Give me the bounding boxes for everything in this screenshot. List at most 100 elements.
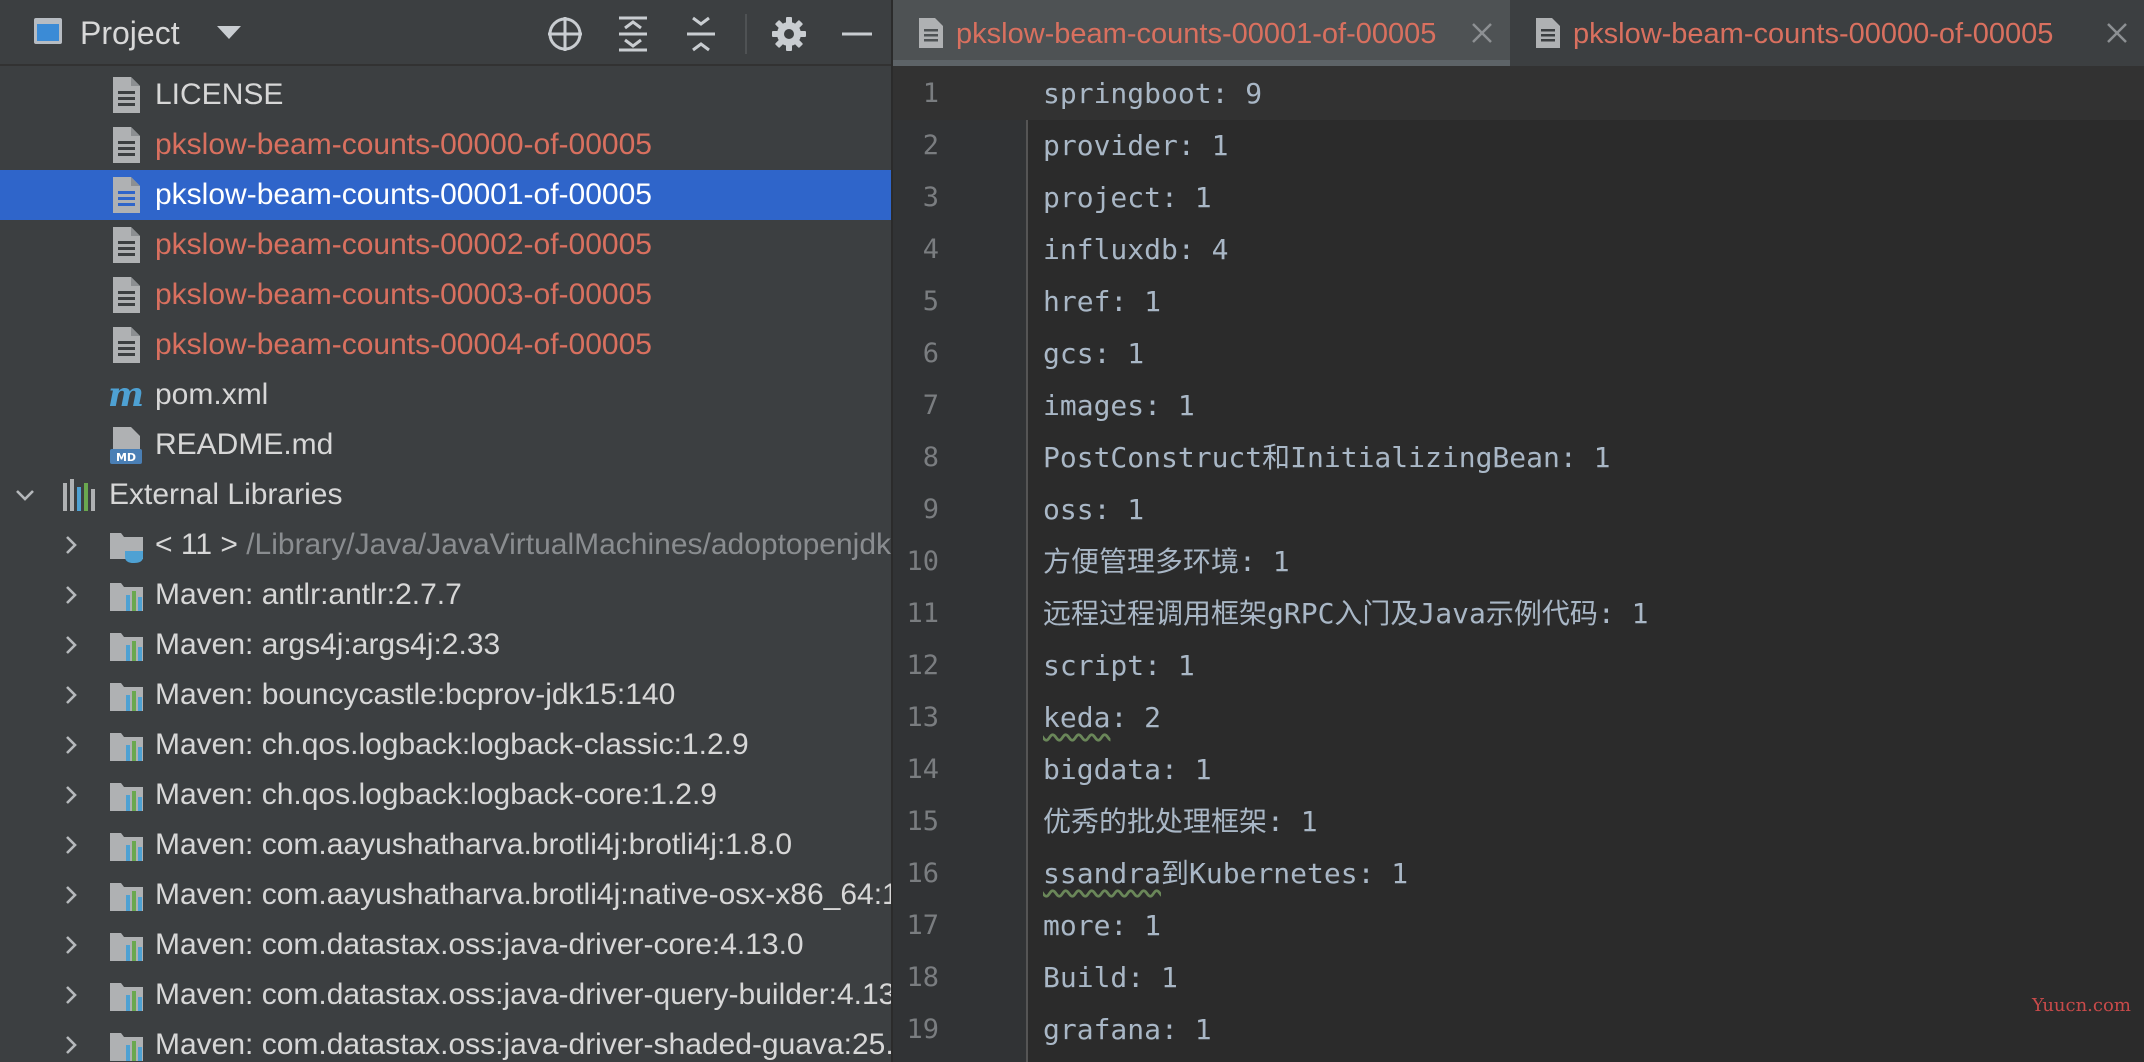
code-line-text[interactable]: ssandra到Kubernetes: 1 (1043, 857, 1408, 891)
tree-row[interactable]: External Libraries (0, 470, 891, 520)
code-line-text[interactable]: project: 1 (1043, 181, 1212, 215)
editor-tab-bar: pkslow-beam-counts-00001-of-00005 pkslow… (893, 0, 2144, 68)
tab-label: pkslow-beam-counts-00001-of-00005 (956, 18, 1437, 50)
code-line: 16 ssandra到Kubernetes: 1 (893, 848, 2144, 900)
code-line: 18 Build: 1 (893, 952, 2144, 1004)
tree-row-label: Maven: ch.qos.logback:logback-core:1.2.9 (155, 776, 717, 814)
code-line: 2 provider: 1 (893, 120, 2144, 172)
tree-row-label: pkslow-beam-counts-00000-of-00005 (155, 126, 652, 164)
tree-row[interactable]: Maven: ch.qos.logback:logback-core:1.2.9 (0, 770, 891, 820)
tree-row[interactable]: Maven: antlr:antlr:2.7.7 (0, 570, 891, 620)
tree-row[interactable]: m pom.xml (0, 370, 891, 420)
tree-row[interactable]: MD README.md (0, 420, 891, 470)
library-icon (110, 783, 143, 811)
watermark: Yuucn.com (2032, 995, 2131, 1016)
code-line-text[interactable]: springboot: 9 (1043, 77, 1262, 111)
chevron-right-icon[interactable] (60, 834, 82, 856)
tree-row[interactable]: Maven: com.datastax.oss:java-driver-shad… (0, 1020, 891, 1062)
expand-all-icon[interactable] (613, 14, 653, 54)
tree-item-name: pom.xml (155, 378, 269, 411)
tree-row[interactable]: pkslow-beam-counts-00003-of-00005 (0, 270, 891, 320)
tree-row[interactable]: pkslow-beam-counts-00002-of-00005 (0, 220, 891, 270)
chevron-right-icon[interactable] (60, 984, 82, 1006)
code-line-text[interactable]: keda: 2 (1043, 701, 1161, 735)
text-file-icon (113, 177, 140, 213)
project-view-selector[interactable]: Project (80, 13, 180, 53)
gear-icon[interactable] (769, 14, 809, 54)
code-line-text[interactable]: 优秀的批处理框架: 1 (1043, 805, 1318, 839)
tree-row[interactable]: Maven: com.aayushatharva.brotli4j:brotli… (0, 820, 891, 870)
code-line-text[interactable]: href: 1 (1043, 285, 1161, 319)
code-line: 7 images: 1 (893, 380, 2144, 432)
tree-row-label: pkslow-beam-counts-00004-of-00005 (155, 326, 652, 364)
close-icon[interactable] (1469, 20, 1495, 46)
code-line: 4 influxdb: 4 (893, 224, 2144, 276)
editor-tab-active[interactable]: pkslow-beam-counts-00001-of-00005 (893, 0, 1510, 66)
library-icon (110, 833, 143, 861)
code-editor[interactable]: 1 springboot: 9 2 provider: 1 3 project: 1 4 in… (893, 68, 2144, 1062)
library-icon (110, 733, 143, 761)
tree-row-label: pkslow-beam-counts-00003-of-00005 (155, 276, 652, 314)
tree-row[interactable]: pkslow-beam-counts-00004-of-00005 (0, 320, 891, 370)
tree-row[interactable]: pkslow-beam-counts-00000-of-00005 (0, 120, 891, 170)
code-line: 9 oss: 1 (893, 484, 2144, 536)
chevron-right-icon[interactable] (60, 584, 82, 606)
text-file-icon (113, 227, 140, 263)
tree-row[interactable]: pkslow-beam-counts-00001-of-00005 (0, 170, 891, 220)
line-number: 16 (906, 858, 939, 889)
editor-tab[interactable]: pkslow-beam-counts-00000-of-00005 (1510, 0, 2144, 66)
tree-row[interactable]: LICENSE (0, 70, 891, 120)
code-line: 19 grafana: 1 (893, 1004, 2144, 1056)
tree-row-label: Maven: antlr:antlr:2.7.7 (155, 576, 462, 614)
code-line: 6 gcs: 1 (893, 328, 2144, 380)
tree-item-name: Maven: com.aayushatharva.brotli4j:brotli… (155, 828, 793, 861)
line-number: 5 (922, 286, 939, 317)
collapse-all-icon[interactable] (681, 14, 721, 54)
chevron-right-icon[interactable] (60, 784, 82, 806)
code-line-text[interactable]: more: 1 (1043, 909, 1161, 943)
code-line-text[interactable]: provider: 1 (1043, 129, 1228, 163)
code-line: 15 优秀的批处理框架: 1 (893, 796, 2144, 848)
line-number: 7 (922, 390, 939, 421)
code-line-text[interactable]: gcs: 1 (1043, 337, 1144, 371)
libraries-icon (63, 479, 95, 511)
tree-row[interactable]: Maven: com.datastax.oss:java-driver-quer… (0, 970, 891, 1020)
chevron-right-icon[interactable] (60, 634, 82, 656)
editor-area: pkslow-beam-counts-00001-of-00005 pkslow… (893, 0, 2144, 1062)
chevron-right-icon[interactable] (60, 534, 82, 556)
code-line-text[interactable]: Build: 1 (1043, 961, 1178, 995)
code-line-text[interactable]: bigdata: 1 (1043, 753, 1212, 787)
tree-row[interactable]: Maven: args4j:args4j:2.33 (0, 620, 891, 670)
code-line-text[interactable]: images: 1 (1043, 389, 1195, 423)
project-header: Project (0, 0, 891, 66)
code-line: 5 href: 1 (893, 276, 2144, 328)
code-line-text[interactable]: 方便管理多环境: 1 (1043, 545, 1290, 579)
chevron-right-icon[interactable] (60, 684, 82, 706)
tree-row[interactable]: Maven: bouncycastle:bcprov-jdk15:140 (0, 670, 891, 720)
chevron-down-icon[interactable] (217, 26, 241, 39)
hide-panel-icon[interactable] (837, 14, 877, 54)
line-number: 4 (922, 234, 939, 265)
chevron-right-icon[interactable] (60, 1034, 82, 1056)
spellcheck-underline: keda (1043, 701, 1111, 734)
chevron-down-icon[interactable] (14, 484, 36, 506)
code-line-text[interactable]: oss: 1 (1043, 493, 1144, 527)
code-line-text[interactable]: grafana: 1 (1043, 1013, 1212, 1047)
tree-row[interactable]: Maven: com.aayushatharva.brotli4j:native… (0, 870, 891, 920)
chevron-right-icon[interactable] (60, 884, 82, 906)
code-line-text[interactable]: 远程过程调用框架gRPC入门及Java示例代码: 1 (1043, 597, 1648, 631)
locate-file-icon[interactable] (545, 14, 585, 54)
text-file-icon (113, 127, 140, 163)
tree-item-name: pkslow-beam-counts-00004-of-00005 (155, 328, 652, 361)
tree-item-path: /Library/Java/JavaVirtualMachines/adopto… (246, 528, 891, 561)
close-icon[interactable] (2104, 20, 2130, 46)
tree-row[interactable]: < 11 > /Library/Java/JavaVirtualMachines… (0, 520, 891, 570)
code-line-text[interactable]: PostConstruct和InitializingBean: 1 (1043, 441, 1610, 475)
code-line-text[interactable]: script: 1 (1043, 649, 1195, 683)
chevron-right-icon[interactable] (60, 934, 82, 956)
tree-row[interactable]: Maven: ch.qos.logback:logback-classic:1.… (0, 720, 891, 770)
chevron-right-icon[interactable] (60, 734, 82, 756)
code-line-text[interactable]: influxdb: 4 (1043, 233, 1228, 267)
line-number: 3 (922, 182, 939, 213)
tree-row[interactable]: Maven: com.datastax.oss:java-driver-core… (0, 920, 891, 970)
